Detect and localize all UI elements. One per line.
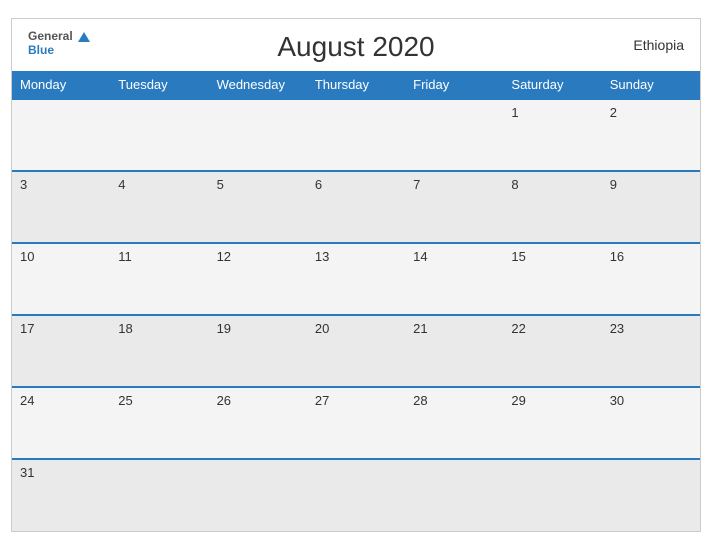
calendar-day-cell: 18 — [110, 315, 208, 387]
day-number: 10 — [20, 249, 34, 264]
calendar-day-cell: 3 — [12, 171, 110, 243]
col-tuesday: Tuesday — [110, 71, 208, 99]
calendar-week-row: 31 — [12, 459, 700, 531]
calendar-day-cell: 9 — [602, 171, 700, 243]
calendar-day-cell: 6 — [307, 171, 405, 243]
day-number: 22 — [511, 321, 525, 336]
calendar-day-cell — [209, 99, 307, 171]
calendar-day-cell: 16 — [602, 243, 700, 315]
day-number: 15 — [511, 249, 525, 264]
col-friday: Friday — [405, 71, 503, 99]
calendar-day-cell — [405, 99, 503, 171]
logo-blue-text: Blue — [28, 43, 54, 57]
calendar-day-cell: 31 — [12, 459, 110, 531]
day-number: 18 — [118, 321, 132, 336]
day-number: 17 — [20, 321, 34, 336]
calendar-day-cell: 15 — [503, 243, 601, 315]
col-thursday: Thursday — [307, 71, 405, 99]
day-number: 25 — [118, 393, 132, 408]
logo: General Blue — [28, 29, 90, 58]
calendar-title: August 2020 — [277, 31, 434, 63]
day-number: 7 — [413, 177, 420, 192]
calendar-day-cell: 17 — [12, 315, 110, 387]
calendar-day-cell: 12 — [209, 243, 307, 315]
calendar-day-cell: 21 — [405, 315, 503, 387]
day-number: 20 — [315, 321, 329, 336]
calendar-day-cell: 7 — [405, 171, 503, 243]
calendar-day-cell — [405, 459, 503, 531]
calendar-day-cell: 28 — [405, 387, 503, 459]
calendar-day-cell: 22 — [503, 315, 601, 387]
calendar-day-cell: 1 — [503, 99, 601, 171]
calendar-day-cell: 10 — [12, 243, 110, 315]
calendar-day-cell: 26 — [209, 387, 307, 459]
day-number: 12 — [217, 249, 231, 264]
day-number: 6 — [315, 177, 322, 192]
calendar-day-cell — [503, 459, 601, 531]
calendar-header: General Blue August 2020 Ethiopia — [12, 19, 700, 71]
calendar-day-cell: 4 — [110, 171, 208, 243]
calendar-day-cell: 2 — [602, 99, 700, 171]
day-number: 14 — [413, 249, 427, 264]
day-number: 26 — [217, 393, 231, 408]
col-wednesday: Wednesday — [209, 71, 307, 99]
calendar-day-cell: 13 — [307, 243, 405, 315]
calendar-day-cell: 29 — [503, 387, 601, 459]
calendar-grid: Monday Tuesday Wednesday Thursday Friday… — [12, 71, 700, 531]
logo-general-text: General — [28, 29, 73, 43]
calendar-day-cell: 25 — [110, 387, 208, 459]
calendar-week-row: 24 25 26 27 28 29 30 — [12, 387, 700, 459]
weekday-header-row: Monday Tuesday Wednesday Thursday Friday… — [12, 71, 700, 99]
day-number: 5 — [217, 177, 224, 192]
calendar-week-row: 3 4 5 6 7 8 9 — [12, 171, 700, 243]
day-number: 13 — [315, 249, 329, 264]
calendar-week-row: 12 — [12, 99, 700, 171]
calendar-day-cell — [110, 459, 208, 531]
calendar-day-cell: 8 — [503, 171, 601, 243]
calendar: General Blue August 2020 Ethiopia Monday… — [11, 18, 701, 532]
calendar-day-cell — [110, 99, 208, 171]
calendar-week-row: 17 18 19 20 21 22 23 — [12, 315, 700, 387]
day-number: 4 — [118, 177, 125, 192]
day-number: 16 — [610, 249, 624, 264]
day-number: 8 — [511, 177, 518, 192]
calendar-day-cell — [602, 459, 700, 531]
col-monday: Monday — [12, 71, 110, 99]
calendar-day-cell: 19 — [209, 315, 307, 387]
day-number: 11 — [118, 249, 132, 264]
calendar-day-cell: 20 — [307, 315, 405, 387]
calendar-day-cell: 14 — [405, 243, 503, 315]
day-number: 2 — [610, 105, 617, 120]
day-number: 24 — [20, 393, 34, 408]
calendar-week-row: 10 11 12 13 14 15 16 — [12, 243, 700, 315]
calendar-day-cell: 30 — [602, 387, 700, 459]
calendar-day-cell — [12, 99, 110, 171]
calendar-day-cell — [307, 99, 405, 171]
day-number: 30 — [610, 393, 624, 408]
day-number: 23 — [610, 321, 624, 336]
day-number: 28 — [413, 393, 427, 408]
day-number: 29 — [511, 393, 525, 408]
day-number: 9 — [610, 177, 617, 192]
calendar-day-cell: 5 — [209, 171, 307, 243]
day-number: 21 — [413, 321, 427, 336]
day-number: 19 — [217, 321, 231, 336]
logo-flag-icon — [78, 32, 90, 42]
col-saturday: Saturday — [503, 71, 601, 99]
day-number: 27 — [315, 393, 329, 408]
day-number: 1 — [511, 105, 518, 120]
day-number: 3 — [20, 177, 27, 192]
calendar-day-cell: 23 — [602, 315, 700, 387]
calendar-day-cell: 24 — [12, 387, 110, 459]
calendar-day-cell: 11 — [110, 243, 208, 315]
country-label: Ethiopia — [633, 37, 684, 53]
calendar-day-cell — [307, 459, 405, 531]
calendar-day-cell: 27 — [307, 387, 405, 459]
day-number: 31 — [20, 465, 34, 480]
calendar-day-cell — [209, 459, 307, 531]
col-sunday: Sunday — [602, 71, 700, 99]
